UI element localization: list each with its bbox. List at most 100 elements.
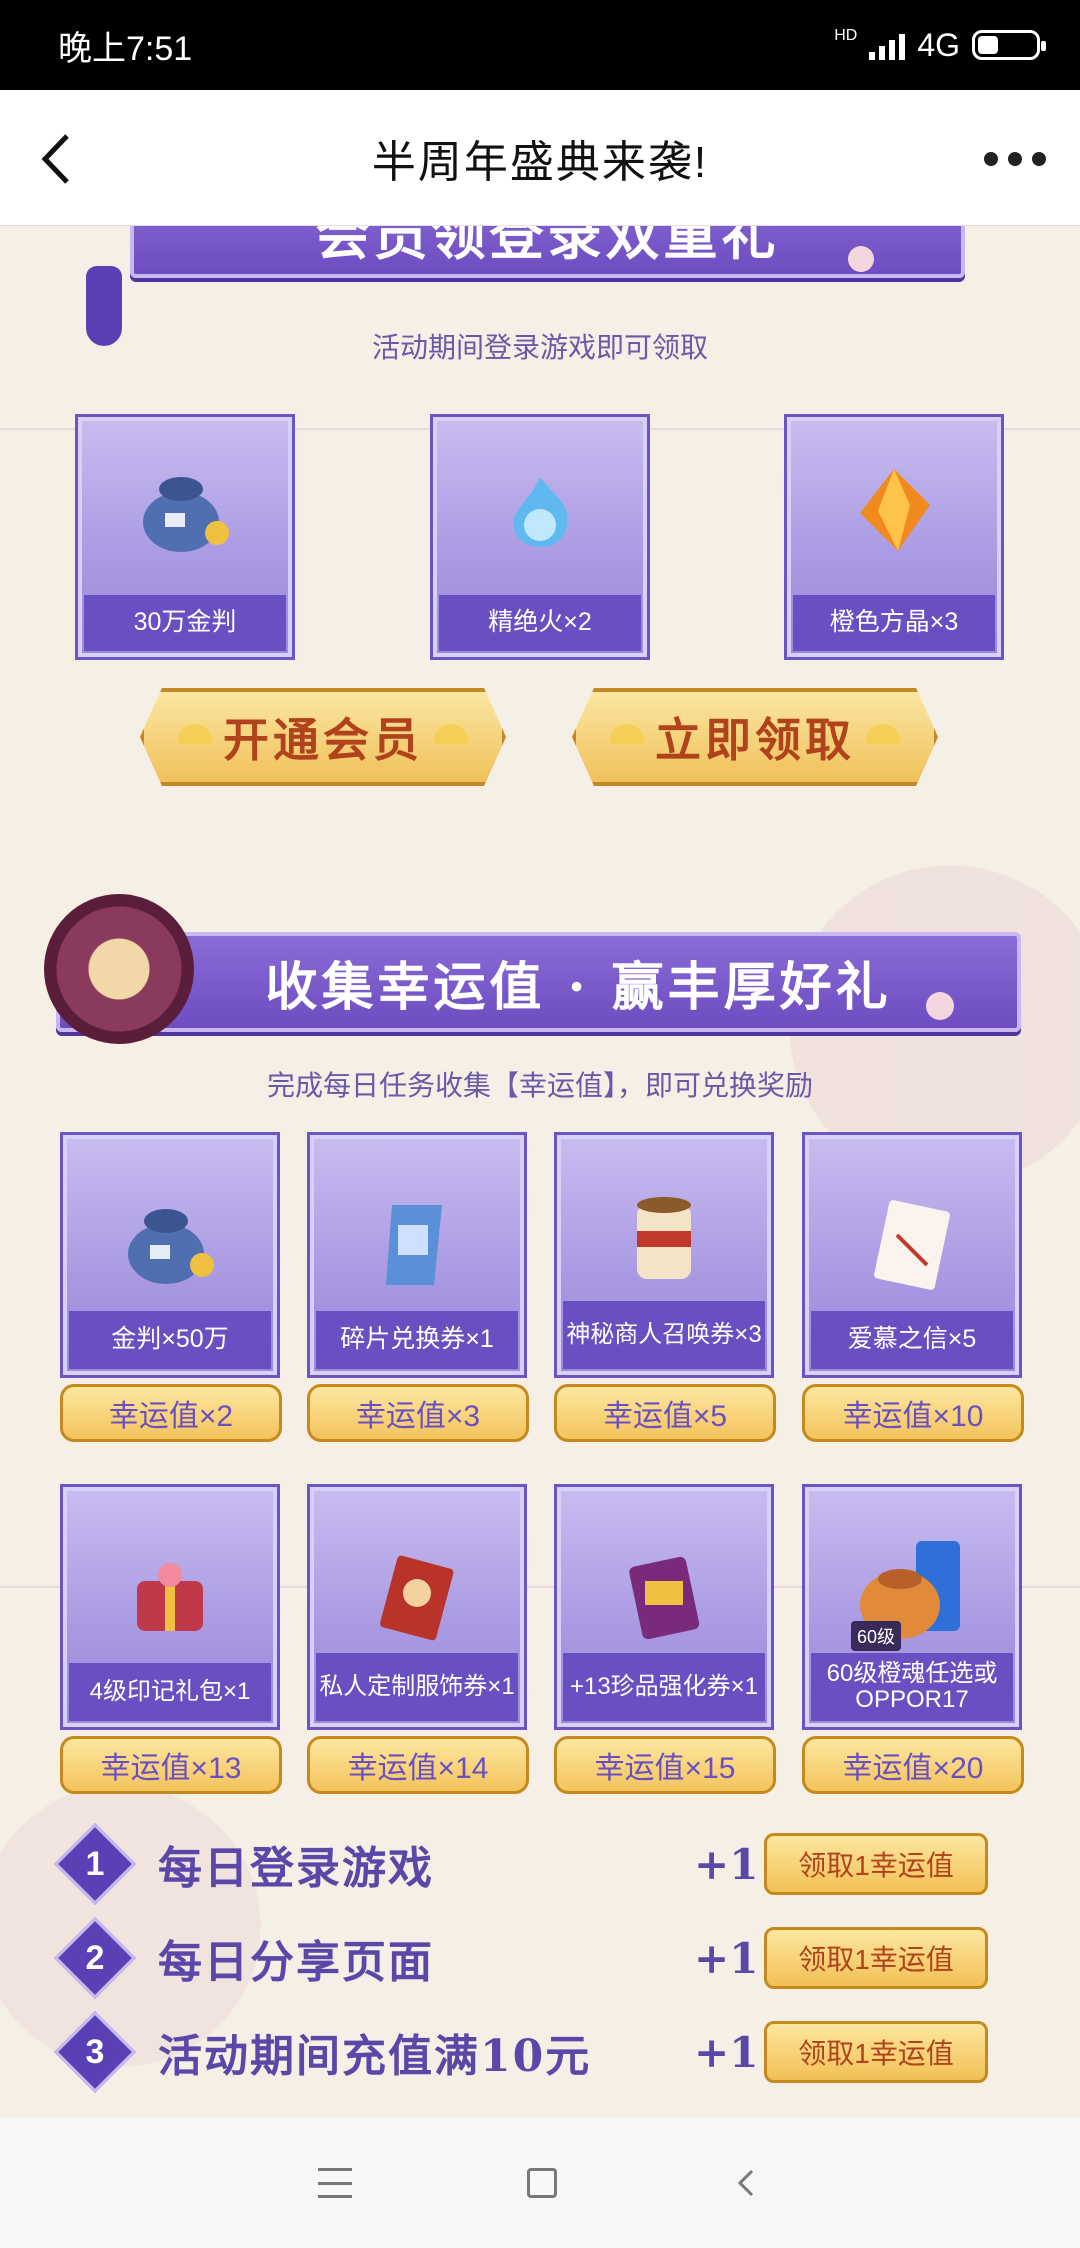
exchange-cost: 幸运值×10 bbox=[842, 1400, 984, 1433]
reward-card: 4级印记礼包×1 bbox=[60, 1484, 280, 1730]
page-content[interactable]: 会员领登录双重礼 活动期间登录游戏即可领取 30万金判 精绝火×2 橙色方晶×3… bbox=[0, 226, 1080, 2118]
umbrella-icon bbox=[44, 894, 194, 1044]
reward-label: 爱慕之信×5 bbox=[811, 1311, 1013, 1369]
hd-label: HD bbox=[834, 26, 858, 44]
exchange-cost: 幸运值×5 bbox=[602, 1400, 728, 1433]
reward-label: +13珍品强化券×1 bbox=[563, 1653, 765, 1721]
dot-icon bbox=[1032, 152, 1046, 166]
task-number: 2 bbox=[85, 1938, 105, 1977]
reward-label: 精绝火×2 bbox=[439, 595, 641, 651]
level-badge: 60级 bbox=[851, 1621, 902, 1651]
claim-luck-button[interactable]: 领取1幸运值 bbox=[764, 1927, 988, 1989]
reward-label: 神秘商人召唤券×3 bbox=[563, 1301, 765, 1369]
task-number: 1 bbox=[85, 1844, 105, 1883]
page-title: 半周年盛典来袭! bbox=[371, 137, 709, 187]
reward-card: 金判×50万 bbox=[60, 1132, 280, 1378]
menu-icon[interactable] bbox=[317, 2168, 352, 2198]
task-text: 每日登录游戏 bbox=[158, 1843, 434, 1894]
vip-banner: 会员领登录双重礼 bbox=[130, 226, 965, 278]
flower-icon bbox=[848, 246, 874, 272]
task-number-badge: 1 bbox=[53, 1822, 137, 1906]
reward-card: 精绝火×2 bbox=[430, 414, 650, 660]
task-number-badge: 2 bbox=[53, 1916, 137, 2000]
battery-icon bbox=[972, 30, 1046, 60]
orange-crystal-icon bbox=[860, 469, 930, 551]
exchange-cost: 幸运值×13 bbox=[100, 1752, 242, 1785]
exchange-cost: 幸运值×2 bbox=[108, 1400, 234, 1433]
task-row: 1 每日登录游戏 +1 领取1幸运值 bbox=[53, 1822, 1036, 1906]
reward-card: 30万金判 bbox=[75, 414, 295, 660]
luck-subtitle: 完成每日任务收集【幸运值】，即可兑换奖励 bbox=[266, 1070, 813, 1101]
exchange-button[interactable]: 幸运值×13 bbox=[60, 1736, 282, 1794]
dot-icon bbox=[984, 152, 998, 166]
task-text: 每日分享页面 bbox=[158, 1937, 434, 1988]
claim-now-button[interactable]: 立即领取 bbox=[572, 688, 938, 786]
fan-icon bbox=[610, 724, 644, 744]
claim-luck-button[interactable]: 领取1幸运值 bbox=[764, 1833, 988, 1895]
exchange-button[interactable]: 幸运值×3 bbox=[307, 1384, 529, 1442]
reward-label: 金判×50万 bbox=[69, 1311, 271, 1369]
gift-box-icon bbox=[137, 1563, 203, 1631]
reward-label: 30万金判 bbox=[84, 595, 286, 651]
task-number-badge: 3 bbox=[53, 2010, 137, 2094]
task-row: 2 每日分享页面 +1 领取1幸运值 bbox=[53, 1916, 1036, 2000]
exchange-button[interactable]: 幸运值×14 bbox=[307, 1736, 529, 1794]
flower-icon bbox=[926, 992, 954, 1020]
enhance-ticket-icon bbox=[629, 1556, 700, 1640]
system-nav-bar bbox=[0, 2118, 1080, 2248]
claim-luck-label: 领取1幸运值 bbox=[798, 1850, 954, 1881]
reward-card: 碎片兑换券×1 bbox=[307, 1132, 527, 1378]
claim-now-label: 立即领取 bbox=[655, 713, 855, 767]
status-time: 晚上7:51 bbox=[58, 29, 193, 68]
network-label: 4G bbox=[917, 26, 960, 63]
exchange-button[interactable]: 幸运值×5 bbox=[554, 1384, 776, 1442]
status-icons: HD 4G bbox=[834, 26, 1046, 64]
back-button[interactable] bbox=[20, 124, 90, 194]
task-text: 活动期间充值满10元 bbox=[158, 2031, 592, 2082]
money-bag-icon bbox=[128, 1209, 214, 1284]
nav-back-icon[interactable] bbox=[732, 2168, 762, 2198]
task-row: 3 活动期间充值满10元 +1 领取1幸运值 bbox=[53, 2010, 1036, 2094]
exchange-button[interactable]: 幸运值×10 bbox=[802, 1384, 1024, 1442]
more-button[interactable] bbox=[970, 124, 1060, 194]
fan-icon bbox=[178, 724, 212, 744]
fan-icon bbox=[434, 724, 468, 744]
title-bar: 半周年盛典来袭! bbox=[0, 90, 1080, 226]
exchange-cost: 幸运值×14 bbox=[347, 1752, 489, 1785]
claim-luck-button[interactable]: 领取1幸运值 bbox=[764, 2021, 988, 2083]
dot-icon bbox=[1008, 152, 1022, 166]
exchange-button[interactable]: 幸运值×20 bbox=[802, 1736, 1024, 1794]
fan-icon bbox=[866, 724, 900, 744]
exchange-cost: 幸运值×3 bbox=[355, 1400, 481, 1433]
open-vip-button[interactable]: 开通会员 bbox=[140, 688, 506, 786]
money-bag-icon bbox=[143, 477, 229, 552]
home-icon[interactable] bbox=[526, 2168, 557, 2198]
claim-luck-label: 领取1幸运值 bbox=[798, 2038, 954, 2069]
blue-fire-icon bbox=[513, 477, 568, 547]
back-arrow-icon bbox=[41, 134, 69, 184]
reward-label: 私人定制服饰券×1 bbox=[316, 1653, 518, 1721]
costume-ticket-icon bbox=[380, 1555, 454, 1641]
reward-label: 60级橙魂任选或OPPOR17 bbox=[811, 1653, 1013, 1721]
reward-card: 60级 60级橙魂任选或OPPOR17 bbox=[802, 1484, 1022, 1730]
reward-card: +13珍品强化券×1 bbox=[554, 1484, 774, 1730]
reward-card: 橙色方晶×3 bbox=[784, 414, 1004, 660]
reward-label: 碎片兑换券×1 bbox=[316, 1311, 518, 1369]
exchange-button[interactable]: 幸运值×2 bbox=[60, 1384, 282, 1442]
reward-card: 神秘商人召唤券×3 bbox=[554, 1132, 774, 1378]
task-number: 3 bbox=[85, 2032, 105, 2071]
exchange-button[interactable]: 幸运值×15 bbox=[554, 1736, 776, 1794]
reward-label: 4级印记礼包×1 bbox=[69, 1663, 271, 1721]
vip-subtitle: 活动期间登录游戏即可领取 bbox=[371, 332, 708, 363]
open-vip-label: 开通会员 bbox=[223, 713, 423, 767]
vip-banner-text: 会员领登录双重礼 bbox=[315, 226, 780, 267]
reward-card: 私人定制服饰券×1 bbox=[307, 1484, 527, 1730]
love-letter-icon bbox=[874, 1200, 950, 1290]
summon-scroll-icon bbox=[637, 1197, 691, 1279]
reward-label: 橙色方晶×3 bbox=[793, 595, 995, 651]
status-bar: 晚上7:51 HD 4G bbox=[0, 0, 1080, 90]
exchange-cost: 幸运值×15 bbox=[594, 1752, 736, 1785]
luck-banner: 收集幸运值 · 赢丰厚好礼 bbox=[56, 932, 1021, 1032]
signal-icon bbox=[869, 30, 906, 60]
reward-card: 爱慕之信×5 bbox=[802, 1132, 1022, 1378]
